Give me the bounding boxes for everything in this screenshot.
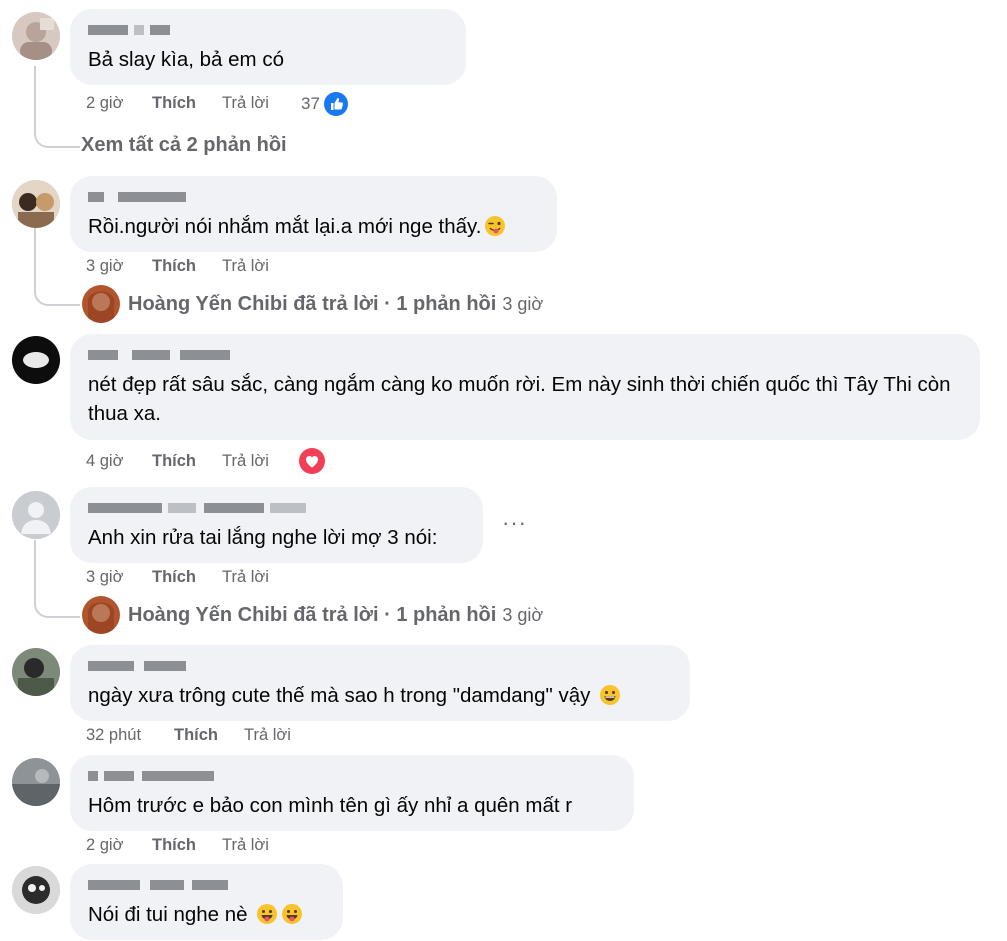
comment-bubble: Anh xin rửa tai lắng nghe lời mợ 3 nói: bbox=[70, 487, 483, 563]
reply-summary[interactable]: Hoàng Yến Chibi đã trả lời · 1 phản hồi … bbox=[82, 596, 543, 634]
like-button[interactable]: Thích bbox=[152, 452, 222, 471]
commenter-name-redacted[interactable] bbox=[88, 657, 672, 677]
like-button[interactable]: Thích bbox=[152, 568, 222, 587]
comment-actions: 2 giờ Thích Trả lời bbox=[86, 836, 269, 855]
reaction-count[interactable]: 37 bbox=[301, 91, 349, 117]
comment-time[interactable]: 2 giờ bbox=[86, 94, 152, 113]
commenter-avatar[interactable] bbox=[12, 12, 60, 60]
thread-connector bbox=[34, 66, 80, 148]
comment-time[interactable]: 3 giờ bbox=[86, 257, 152, 276]
thread-connector bbox=[34, 540, 80, 618]
tongue-emoji bbox=[282, 904, 303, 924]
comment-text-content: Nói đi tui nghe nè bbox=[88, 903, 248, 926]
reply-summary-time: 3 giờ bbox=[502, 604, 544, 625]
comment-text: Nói đi tui nghe nè bbox=[88, 900, 325, 929]
commenter-avatar[interactable] bbox=[12, 336, 60, 384]
comment-bubble: Hôm trước e bảo con mình tên gì ấy nhỉ a… bbox=[70, 755, 634, 831]
reply-button[interactable]: Trả lời bbox=[222, 568, 269, 587]
grinning-emoji bbox=[600, 685, 621, 705]
comment-actions: 2 giờ Thích Trả lời bbox=[86, 94, 269, 113]
comment-text: Rồi.người nói nhắm mắt lại.a mới nge thấ… bbox=[88, 212, 539, 241]
comment-text: Bả slay kìa, bả em có bbox=[88, 48, 284, 71]
comment-bubble: Rồi.người nói nhắm mắt lại.a mới nge thấ… bbox=[70, 176, 557, 252]
commenter-avatar[interactable] bbox=[12, 866, 60, 914]
comment-text: Anh xin rửa tai lắng nghe lời mợ 3 nói: bbox=[88, 526, 438, 549]
comment-text: Hôm trước e bảo con mình tên gì ấy nhỉ a… bbox=[88, 794, 573, 817]
commenter-avatar[interactable] bbox=[12, 648, 60, 696]
like-button[interactable]: Thích bbox=[152, 257, 222, 276]
comment-actions: 3 giờ Thích Trả lời bbox=[86, 568, 269, 587]
comment-actions: 3 giờ Thích Trả lời bbox=[86, 257, 269, 276]
comment-text-content: ngày xưa trông cute thế mà sao h trong "… bbox=[88, 684, 591, 707]
comment-time[interactable]: 2 giờ bbox=[86, 836, 152, 855]
like-button[interactable]: Thích bbox=[152, 94, 222, 113]
comment-actions: 32 phút Thích Trả lời bbox=[86, 726, 291, 745]
reply-summary[interactable]: Hoàng Yến Chibi đã trả lời · 1 phản hồi … bbox=[82, 285, 543, 323]
reply-button[interactable]: Trả lời bbox=[222, 257, 269, 276]
comment-time[interactable]: 32 phút bbox=[86, 726, 174, 745]
replier-avatar bbox=[82, 285, 120, 323]
commenter-avatar[interactable] bbox=[12, 758, 60, 806]
commenter-name-redacted[interactable] bbox=[88, 188, 539, 208]
commenter-name-redacted[interactable] bbox=[88, 767, 616, 787]
more-options-button[interactable]: ··· bbox=[502, 510, 527, 536]
comment-bubble: nét đẹp rất sâu sắc, càng ngắm càng ko m… bbox=[70, 334, 980, 440]
like-icon bbox=[323, 92, 348, 116]
like-button[interactable]: Thích bbox=[174, 726, 244, 745]
reply-button[interactable]: Trả lời bbox=[222, 836, 269, 855]
commenter-avatar[interactable] bbox=[12, 180, 60, 228]
commenter-name-redacted[interactable] bbox=[88, 346, 962, 366]
commenter-name-redacted[interactable] bbox=[88, 499, 465, 519]
reply-button[interactable]: Trả lời bbox=[222, 452, 269, 471]
comment-bubble: Nói đi tui nghe nè bbox=[70, 864, 343, 940]
comment-time[interactable]: 4 giờ bbox=[86, 452, 152, 471]
comment-text-content: Rồi.người nói nhắm mắt lại.a mới nge thấ… bbox=[88, 215, 482, 238]
comment-bubble: Bả slay kìa, bả em có bbox=[70, 9, 466, 85]
reply-summary-text: Hoàng Yến Chibi đã trả lời · 1 phản hồi bbox=[128, 292, 497, 315]
replier-avatar bbox=[82, 596, 120, 634]
reply-button[interactable]: Trả lời bbox=[222, 94, 269, 113]
comment-bubble: ngày xưa trông cute thế mà sao h trong "… bbox=[70, 645, 690, 721]
comment-actions: 4 giờ Thích Trả lời bbox=[86, 452, 269, 471]
love-icon[interactable] bbox=[298, 447, 326, 475]
view-all-replies-link[interactable]: Xem tất cả 2 phản hồi bbox=[81, 134, 287, 157]
thread-connector bbox=[34, 228, 80, 306]
comment-time[interactable]: 3 giờ bbox=[86, 568, 152, 587]
tongue-emoji bbox=[257, 904, 278, 924]
commenter-name-redacted[interactable] bbox=[88, 876, 325, 896]
reply-summary-time: 3 giờ bbox=[502, 293, 544, 314]
like-button[interactable]: Thích bbox=[152, 836, 222, 855]
comment-text: ngày xưa trông cute thế mà sao h trong "… bbox=[88, 681, 672, 710]
comment-text: nét đẹp rất sâu sắc, càng ngắm càng ko m… bbox=[88, 373, 951, 425]
commenter-avatar[interactable] bbox=[12, 491, 60, 539]
reply-summary-text: Hoàng Yến Chibi đã trả lời · 1 phản hồi bbox=[128, 603, 497, 626]
reply-button[interactable]: Trả lời bbox=[244, 726, 291, 745]
reaction-count-value: 37 bbox=[301, 94, 320, 113]
winking-tongue-emoji bbox=[485, 216, 506, 236]
commenter-name-redacted[interactable] bbox=[88, 21, 448, 41]
